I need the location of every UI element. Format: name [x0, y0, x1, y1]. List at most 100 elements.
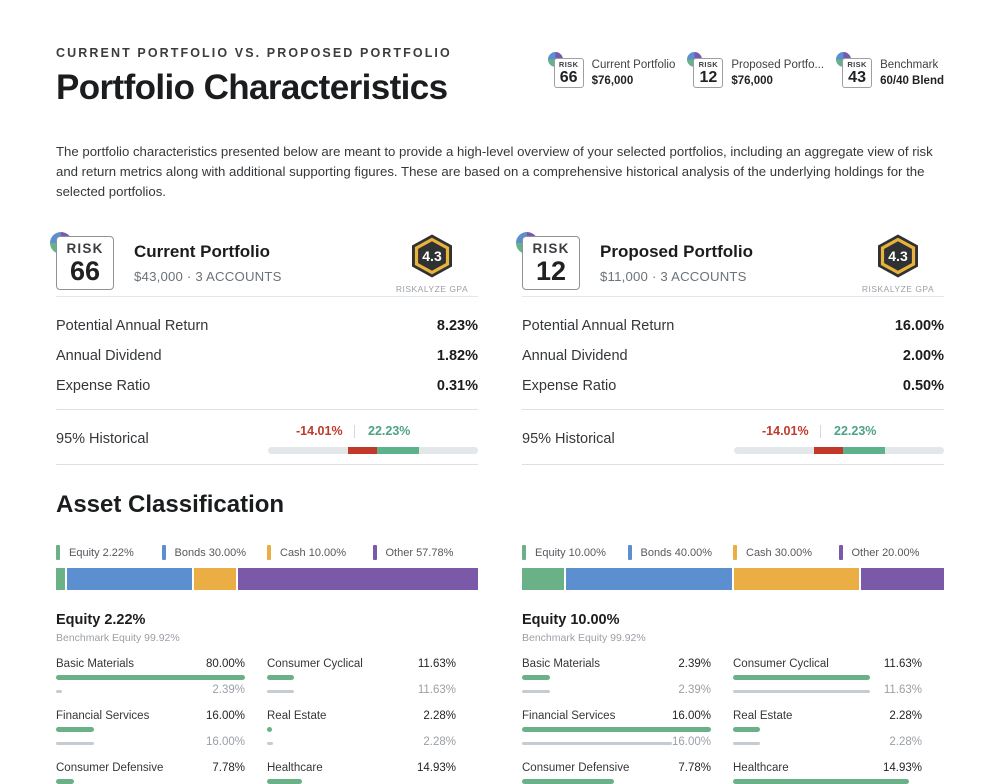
historical-positive: 22.23% [368, 424, 411, 439]
asset-class-legend: Equity 2.22% Bonds 30.00% Cash 10.00% Other… [56, 545, 478, 561]
sector-name: Real Estate [267, 710, 327, 723]
sector-row: Healthcare14.93%14.93% [267, 762, 478, 784]
risk-number: 66 [559, 68, 578, 86]
equity-title: Equity 2.22% [56, 612, 146, 629]
gpa-hexagon-icon: 4.3 [878, 234, 918, 278]
legend-label: Bonds 30.00% [174, 546, 247, 559]
sector-name: Consumer Cyclical [733, 658, 829, 671]
sector-name: Consumer Cyclical [267, 658, 363, 671]
sector-portfolio-bar [733, 779, 910, 784]
metric-row: Annual Dividend 2.00% [522, 341, 944, 371]
portfolio-subtitle: $11,000 · 3 ACCOUNTS [600, 269, 747, 285]
metrics-list: Potential Annual Return 8.23% Annual Divid… [56, 297, 478, 409]
gpa-badge: 4.3 RISKALYZE GPA [852, 233, 944, 294]
sector-benchmark-bar [522, 742, 672, 746]
sector-portfolio-bar [522, 727, 711, 733]
header-risk-badge[interactable]: RISK 66 Current Portfolio $76,000 [547, 52, 676, 88]
portfolio-name: Proposed Portfolio [600, 242, 753, 262]
metrics-list: Potential Annual Return 16.00% Annual Divi… [522, 297, 944, 409]
metric-value: 2.00% [902, 348, 944, 365]
sector-row: Consumer Cyclical 11.63% 11.63% [733, 658, 944, 696]
report-page: CURRENT PORTFOLIO VS. PROPOSED PORTFOLIO… [0, 0, 1000, 784]
risk-label: RISK [698, 60, 719, 69]
sector-value: 11.63% [417, 658, 456, 671]
sector-benchmark-value: 16.00% [671, 736, 711, 749]
gpa-badge: 4.3 RISKALYZE GPA [386, 233, 478, 294]
equity-benchmark: Benchmark Equity 99.92% [56, 632, 180, 645]
sector-row: Consumer Defensive7.78%7.78% [56, 762, 267, 784]
sector-value: 7.78% [212, 762, 245, 775]
sector-portfolio-bar [56, 779, 75, 784]
sector-portfolio-bar [522, 779, 614, 784]
header-risk-badges: RISK 66 Current Portfolio $76,000 RISK 12 Prop… [547, 46, 944, 88]
sector-portfolio-bar [56, 727, 94, 733]
gpa-label: RISKALYZE GPA [395, 283, 469, 294]
legend-item: Cash 30.00% [733, 545, 839, 561]
sector-benchmark-bar [267, 742, 273, 746]
equity-heading: Equity 10.00% Benchmark Equity 99.92% [522, 612, 944, 644]
legend-item: Bonds 40.00% [627, 545, 734, 561]
legend-label: Equity 10.00% [535, 546, 606, 559]
stack-segment [734, 568, 859, 591]
sector-benchmark-bar [733, 742, 760, 746]
sector-portfolio-bar [522, 675, 551, 681]
sector-benchmark-value: 2.39% [212, 684, 245, 697]
sector-benchmark-bar [522, 690, 551, 694]
sector-name: Healthcare [733, 762, 789, 775]
portfolio-card-header: RISK 12 Proposed Portfolio $11,000 · 3 ACCO… [516, 230, 944, 296]
sector-portfolio-bar [267, 675, 295, 681]
legend-label: Cash 10.00% [280, 546, 347, 559]
risk-score-tile[interactable]: RISK 66 [56, 236, 114, 290]
sector-breakdown: Basic Materials 2.39% 2.39% Consumer Cyclic… [522, 658, 944, 784]
report-header: CURRENT PORTFOLIO VS. PROPOSED PORTFOLIO… [56, 0, 944, 108]
historical-range-row: 95% Historical -14.01% 22.23% [56, 410, 478, 464]
risk-score-tile: RISK 66 [553, 58, 584, 88]
badge-meta: Proposed Portfo... $76,000 [731, 58, 824, 87]
legend-color-swatch [838, 545, 843, 561]
asset-class-stacked-bar [522, 568, 944, 591]
sector-benchmark-bar [56, 742, 94, 746]
risk-label: RISK [847, 60, 867, 69]
metric-value: 0.50% [902, 378, 944, 395]
sector-name: Basic Materials [522, 658, 600, 671]
sector-row: Financial Services 16.00% 16.00% [56, 710, 267, 748]
stack-segment [522, 568, 564, 591]
stack-segment [56, 568, 66, 591]
historical-range-bar [268, 447, 478, 455]
metric-value: 0.31% [436, 378, 478, 395]
badge-portfolio-name: Proposed Portfo... [731, 59, 825, 71]
legend-item: Bonds 30.00% [161, 545, 268, 561]
risk-label: RISK [558, 60, 579, 69]
sector-benchmark-value: 2.28% [423, 736, 456, 749]
legend-color-swatch [627, 545, 632, 561]
legend-label: Other 20.00% [851, 546, 920, 559]
sector-benchmark-value: 2.39% [678, 684, 711, 697]
legend-item: Cash 10.00% [267, 545, 373, 561]
sector-name: Financial Services [522, 710, 616, 723]
badge-meta: Current Portfolio $76,000 [592, 58, 676, 87]
historical-range-bar [734, 447, 944, 455]
header-risk-badge[interactable]: RISK 43 Benchmark 60/40 Blend [836, 52, 944, 88]
sector-value: 7.78% [678, 762, 711, 775]
historical-negative: -14.01% [296, 424, 343, 439]
metric-row: Potential Annual Return 16.00% [522, 311, 944, 341]
page-title: Portfolio Characteristics [56, 68, 448, 107]
equity-benchmark: Benchmark Equity 99.92% [522, 632, 646, 645]
metric-row: Expense Ratio 0.50% [522, 371, 944, 401]
sector-value: 2.28% [423, 710, 456, 723]
metric-value: 1.82% [436, 348, 478, 365]
sector-value: 14.93% [416, 762, 456, 775]
risk-score-tile[interactable]: RISK 12 [522, 236, 580, 290]
legend-color-swatch [267, 545, 271, 561]
risk-label: RISK [532, 241, 570, 257]
risk-score-tile: RISK 43 [842, 58, 873, 88]
stack-segment [565, 568, 732, 591]
metric-label: Annual Dividend [522, 348, 628, 365]
gpa-label: RISKALYZE GPA [861, 283, 935, 294]
risk-label: RISK [66, 241, 104, 257]
header-risk-badge[interactable]: RISK 12 Proposed Portfo... $76,000 [687, 52, 824, 88]
historical-positive: 22.23% [834, 424, 877, 439]
metric-value: 8.23% [436, 318, 478, 335]
metric-label: Potential Annual Return [522, 318, 675, 335]
range-divider [820, 425, 821, 439]
